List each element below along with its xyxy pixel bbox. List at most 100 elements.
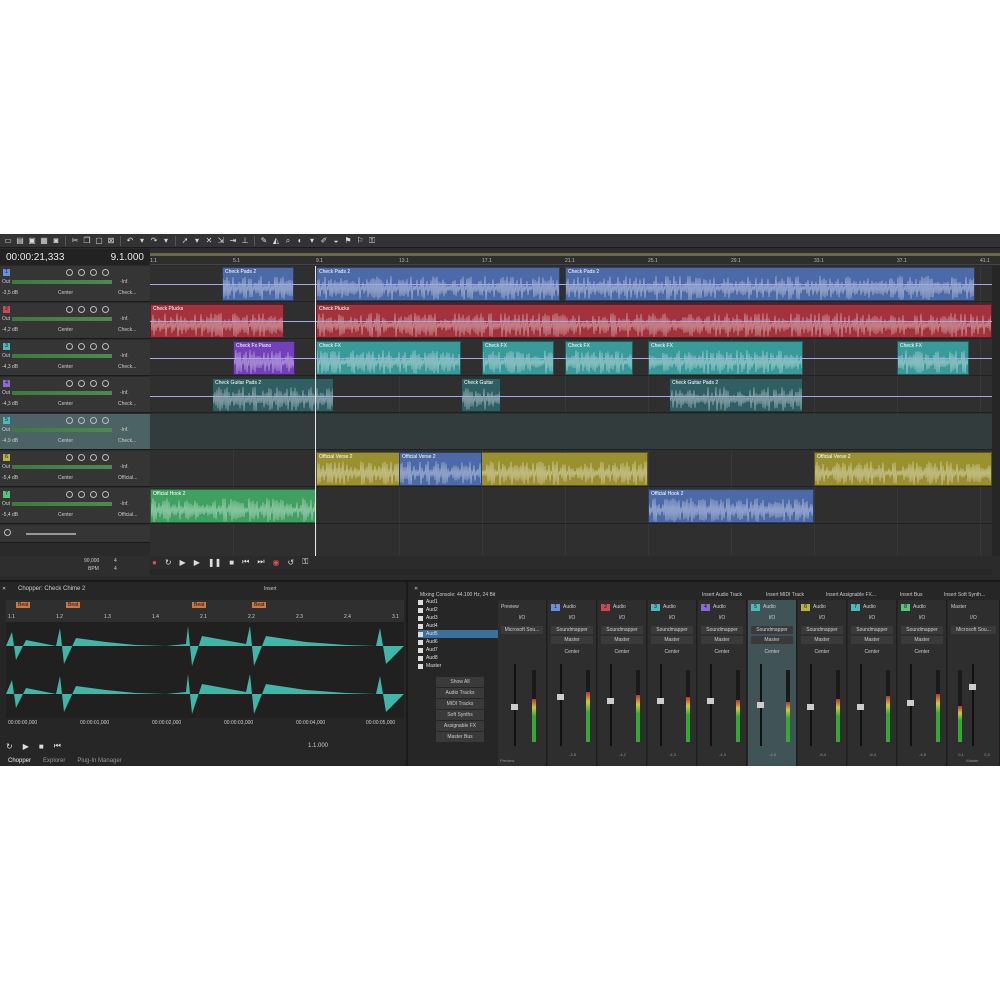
checkbox[interactable] xyxy=(418,623,423,629)
soft-synths-button[interactable]: Soft Synths xyxy=(436,710,484,720)
mute-icon[interactable] xyxy=(78,417,85,424)
stop-button[interactable]: ■ xyxy=(39,742,44,751)
strip-output[interactable]: Master xyxy=(551,636,593,644)
fader-knob[interactable] xyxy=(511,704,518,710)
track-volume[interactable]: -3,5 dB xyxy=(2,290,18,296)
render-icon[interactable]: ▦ xyxy=(39,236,49,246)
strip-pan[interactable]: Center xyxy=(551,648,593,656)
show-all-button[interactable]: Show All xyxy=(436,677,484,687)
fx-icon[interactable] xyxy=(102,306,109,313)
go-to-start-button[interactable]: ⏮ xyxy=(54,741,61,751)
checkbox[interactable] xyxy=(418,639,423,645)
strip-device[interactable]: Soundmapper xyxy=(801,626,843,634)
pause-button[interactable]: ❚❚ xyxy=(208,558,221,567)
fx-icon[interactable] xyxy=(102,454,109,461)
tab-explorer[interactable]: Explorer xyxy=(43,758,65,764)
lock-icon[interactable]: ⚿ xyxy=(367,236,377,246)
track-route[interactable]: Check... xyxy=(118,401,136,407)
strip-device[interactable]: Soundmapper xyxy=(651,626,693,634)
pointer-tool-icon[interactable]: ➚ xyxy=(180,236,190,246)
fader-knob[interactable] xyxy=(657,698,664,704)
fader-knob[interactable] xyxy=(557,694,564,700)
fader-knob[interactable] xyxy=(907,700,914,706)
list-item[interactable]: Aud2 xyxy=(418,606,498,614)
volume-envelope[interactable] xyxy=(150,321,992,322)
paste-icon[interactable]: ▢ xyxy=(94,236,104,246)
assignable-fx-button[interactable]: Assignable FX xyxy=(436,721,484,731)
strip-output[interactable]: Master xyxy=(901,636,943,644)
audio-clip[interactable]: Check Guitar xyxy=(461,378,501,412)
record-icon[interactable] xyxy=(66,343,73,350)
snap-icon[interactable]: ⊥ xyxy=(240,236,250,246)
track-volume[interactable]: -5,4 dB xyxy=(2,475,18,481)
solo-icon[interactable] xyxy=(90,306,97,313)
strip-output[interactable]: Master xyxy=(601,636,643,644)
strip-device[interactable]: Microsoft Sou... xyxy=(501,626,543,634)
volume-fader[interactable] xyxy=(607,664,614,746)
record-button[interactable]: ● xyxy=(152,558,157,567)
fx-icon[interactable] xyxy=(102,343,109,350)
new-icon[interactable]: ▭ xyxy=(3,236,13,246)
track-pan[interactable]: Center xyxy=(58,401,73,407)
bpm-value[interactable]: 90,000 xyxy=(84,558,99,564)
strip-output[interactable]: Master xyxy=(851,636,893,644)
vertical-scrollbar[interactable] xyxy=(992,266,1000,556)
master-fader[interactable] xyxy=(969,664,976,746)
strip-device[interactable]: Soundmapper xyxy=(701,626,743,634)
insert-audio-track-button[interactable]: Insert Audio Track xyxy=(702,592,742,598)
mute-icon[interactable] xyxy=(78,306,85,313)
chopper-waveform[interactable] xyxy=(6,622,404,718)
strip-output[interactable]: Master xyxy=(751,636,793,644)
strip-pan[interactable]: Center xyxy=(601,648,643,656)
mute-icon[interactable] xyxy=(78,491,85,498)
volume-fader[interactable] xyxy=(907,664,914,746)
checkbox[interactable] xyxy=(418,647,423,653)
region-icon[interactable]: ⚐ xyxy=(355,236,365,246)
mute-icon[interactable] xyxy=(78,380,85,387)
fx-icon[interactable] xyxy=(102,380,109,387)
audio-clip[interactable]: Official Verse 2 xyxy=(814,452,992,486)
insert-assignable-fx-button[interactable]: Insert Assignable FX... xyxy=(826,592,876,598)
list-item[interactable]: Aud7 xyxy=(418,646,498,654)
list-item[interactable]: Aud1 xyxy=(418,598,498,606)
strip-pan[interactable]: Center xyxy=(801,648,843,656)
track-volume[interactable]: -4,2 dB xyxy=(2,327,18,333)
solo-icon[interactable] xyxy=(90,380,97,387)
time-sig-top[interactable]: 4 xyxy=(114,558,117,564)
play-from-start-button[interactable]: ▶ xyxy=(180,558,186,567)
strip-device[interactable]: Soundmapper xyxy=(601,626,643,634)
track-pan[interactable]: Center xyxy=(58,327,73,333)
loop-button[interactable]: ↻ xyxy=(6,742,13,751)
volume-fader[interactable] xyxy=(807,664,814,746)
tool-dropdown-icon[interactable]: ▾ xyxy=(192,236,202,246)
fader-knob[interactable] xyxy=(757,702,764,708)
mute-icon[interactable] xyxy=(78,269,85,276)
volume-fader[interactable] xyxy=(557,664,564,746)
list-item[interactable]: Aud8 xyxy=(418,654,498,662)
volume-envelope[interactable] xyxy=(150,396,992,397)
mute-icon[interactable] xyxy=(78,343,85,350)
track-volume[interactable]: -4,9 dB xyxy=(2,438,18,444)
track-header-2[interactable]: 2 Out -Inf. -4,2 dB Center Check... xyxy=(0,303,150,339)
track-header-1[interactable]: 1 Out -Inf. -3,5 dB Center Check... xyxy=(0,266,150,302)
go-to-end-button[interactable]: ⏭ xyxy=(257,557,264,567)
list-item[interactable]: Aud4 xyxy=(418,622,498,630)
checkbox[interactable] xyxy=(418,615,423,621)
strip-pan[interactable]: Center xyxy=(851,648,893,656)
strip-device[interactable]: Soundmapper xyxy=(851,626,893,634)
track-route[interactable]: Check... xyxy=(118,438,136,444)
beat-marker[interactable]: Beat xyxy=(192,602,207,608)
stop-button[interactable]: ■ xyxy=(229,558,234,567)
strip-pan[interactable]: Center xyxy=(901,648,943,656)
timeline-ruler[interactable]: 1.1 5.1 9.1 13.1 17.1 21.1 25.1 29.1 33.… xyxy=(150,249,1000,265)
track-header-5[interactable]: 5 Out -Inf. -4,9 dB Center Check... xyxy=(0,414,150,450)
volume-envelope[interactable] xyxy=(150,284,992,285)
volume-fader[interactable] xyxy=(757,664,764,746)
chopper-ruler[interactable]: 1.1 1.2 1.3 1.4 2.1 2.2 2.3 2.4 3.1 Beat… xyxy=(6,600,404,622)
record-icon[interactable] xyxy=(66,417,73,424)
midi-tracks-button[interactable]: MIDI Tracks xyxy=(436,699,484,709)
close-icon[interactable]: ✕ xyxy=(2,586,6,592)
audio-clip[interactable]: Official Hook 2 xyxy=(150,489,316,523)
loop-button[interactable]: ↻ xyxy=(165,558,172,567)
record-icon[interactable] xyxy=(66,269,73,276)
